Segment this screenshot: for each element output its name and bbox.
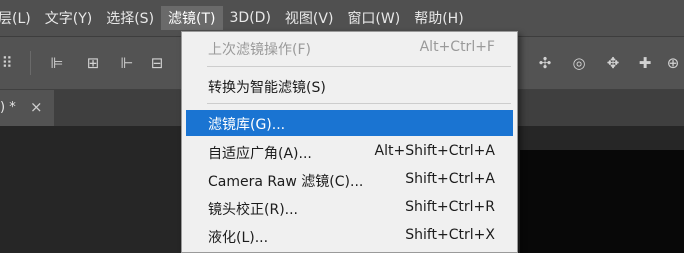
menu-filter[interactable]: 滤镜(T) (161, 6, 223, 30)
menu-item-lens-correction[interactable]: 镜头校正(R)... Shift+Ctrl+R (186, 195, 513, 221)
menu-item-label: 转换为智能滤镜(S) (208, 80, 326, 96)
transform-controls-icon[interactable]: ⠿ (0, 55, 16, 71)
3d-orbit-icon[interactable]: ✣ (536, 55, 554, 71)
menu-3d[interactable]: 3D(D) (223, 6, 278, 30)
align-horizontal-centers-icon[interactable]: ⊞ (84, 55, 102, 71)
options-separator (30, 51, 31, 75)
3d-move-icon[interactable]: ⊕ (664, 55, 682, 71)
menu-item-shortcut: Shift+Ctrl+R (405, 199, 495, 215)
menu-type[interactable]: 文字(Y) (38, 6, 99, 30)
menu-window[interactable]: 窗口(W) (340, 6, 407, 30)
menu-item-label: Camera Raw 滤镜(C)... (208, 174, 364, 190)
document-tab[interactable]: ) * × (0, 90, 54, 126)
close-icon[interactable]: × (30, 98, 43, 116)
menu-view[interactable]: 视图(V) (278, 6, 341, 30)
menu-item-shortcut: Shift+Ctrl+X (405, 227, 495, 243)
3d-roll-icon[interactable]: ◎ (570, 55, 588, 71)
menu-item-shortcut: Alt+Shift+Ctrl+A (374, 143, 495, 159)
menu-item-shortcut: Shift+Ctrl+A (405, 171, 495, 187)
menu-item-filter-gallery[interactable]: 滤镜库(G)... (186, 110, 513, 136)
align-right-edges-icon[interactable]: ⊩ (118, 55, 136, 71)
3d-pan-icon[interactable]: ✥ (604, 55, 622, 71)
menu-item-adaptive-wide-angle[interactable]: 自适应广角(A)... Alt+Shift+Ctrl+A (186, 139, 513, 165)
menu-item-label: 自适应广角(A)... (208, 146, 312, 162)
menu-separator (207, 103, 511, 104)
menu-layer[interactable]: 层(L) (0, 6, 38, 30)
filter-menu-dropdown: 上次滤镜操作(F) Alt+Ctrl+F 转换为智能滤镜(S) 滤镜库(G)..… (181, 31, 518, 253)
menu-select[interactable]: 选择(S) (99, 6, 161, 30)
menu-item-label: 液化(L)... (208, 230, 269, 246)
menu-item-liquify[interactable]: 液化(L)... Shift+Ctrl+X (186, 223, 513, 249)
menu-separator (207, 66, 511, 67)
align-left-edges-icon[interactable]: ⊫ (48, 55, 66, 71)
3d-slide-icon[interactable]: ✚ (636, 55, 654, 71)
distribute-icon[interactable]: ⊟ (148, 55, 166, 71)
document-canvas[interactable] (520, 150, 684, 253)
menu-item-label: 滤镜库(G)... (208, 117, 286, 133)
menu-help[interactable]: 帮助(H) (407, 6, 470, 30)
menu-item-label: 镜头校正(R)... (208, 202, 299, 218)
menu-item-last-filter: 上次滤镜操作(F) Alt+Ctrl+F (186, 35, 513, 61)
menu-item-convert-smart-filters[interactable]: 转换为智能滤镜(S) (186, 73, 513, 99)
menu-item-label: 上次滤镜操作(F) (208, 42, 311, 58)
menu-item-camera-raw-filter[interactable]: Camera Raw 滤镜(C)... Shift+Ctrl+A (186, 167, 513, 193)
menu-item-shortcut: Alt+Ctrl+F (419, 39, 495, 55)
document-tab-label: ) * (0, 100, 16, 115)
